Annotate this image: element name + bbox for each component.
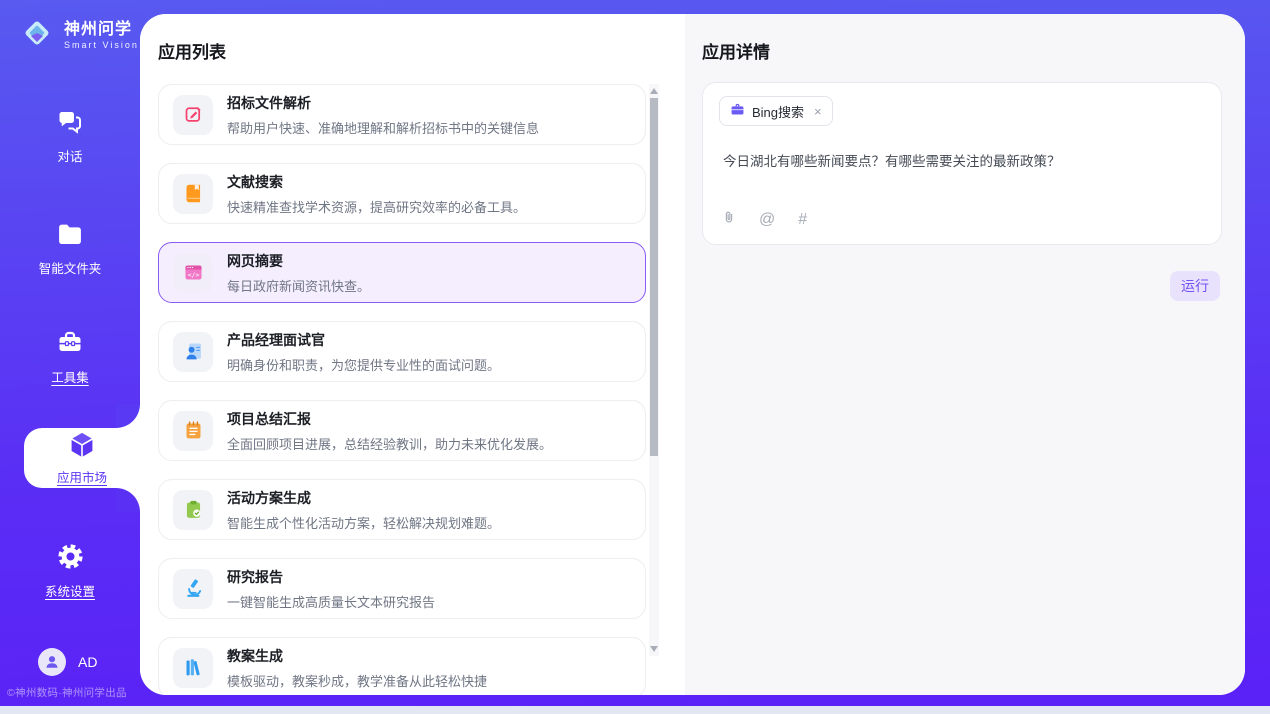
app-card-project-summary[interactable]: 项目总结汇报 全面回顾项目进展，总结经验教训，助力未来优化发展。 [158,400,646,461]
svg-text:</>: </> [187,271,199,279]
scrollbar-thumb[interactable] [650,98,658,456]
gem-logo-icon [18,14,56,57]
app-card-activity-plan[interactable]: 活动方案生成 智能生成个性化活动方案，轻松解决规划难题。 [158,479,646,540]
brand-title: 神州问学 [64,21,139,39]
mention-icon[interactable]: @ [759,211,775,229]
scroll-down-arrow-icon[interactable] [650,646,658,652]
user-avatar-icon [38,648,66,676]
scroll-up-arrow-icon[interactable] [650,88,658,94]
bottom-edge-strip [0,706,1270,714]
sidebar-item-label: 工具集 [51,367,89,386]
input-toolbar: @ # [722,209,807,231]
app-description: 快速精准查找学术资源，提高研究效率的必备工具。 [227,197,526,216]
sidebar-item-chat[interactable]: 对话 [0,108,140,165]
app-detail-panel: 应用详情 Bing搜索 × 今日湖北有哪些新闻要点？有哪些需要关注的最新政策？ [685,14,1245,695]
sidebar-item-label: 智能文件夹 [39,258,102,277]
sidebar-item-settings[interactable]: 系统设置 [0,542,140,600]
user-name: AD [78,654,97,670]
app-card-lesson-plan[interactable]: 教案生成 模板驱动，教案秒成，教学准备从此轻松快捷 [158,637,646,695]
sidebar-item-app-market[interactable]: 应用市场 [24,428,140,488]
copyright-text: ©神州数码·神州问学出品 [7,685,140,700]
microscope-icon [173,569,213,609]
sidebar-item-label: 对话 [57,146,82,165]
query-text[interactable]: 今日湖北有哪些新闻要点？有哪些需要关注的最新政策？ [723,150,1201,170]
paperclip-icon[interactable] [722,209,736,231]
gear-icon [56,542,85,574]
user-account[interactable]: AD [38,648,97,676]
app-name: 活动方案生成 [227,488,500,508]
app-description: 明确身份和职责，为您提供专业性的面试问题。 [227,355,500,374]
app-name: 产品经理面试官 [227,330,500,350]
brand-logo: 神州问学 Smart Vision [18,14,139,57]
topic-icon[interactable]: # [798,211,807,229]
sidebar-item-toolset[interactable]: 工具集 [0,329,140,386]
app-name: 研究报告 [227,567,435,587]
app-name: 教案生成 [227,646,487,666]
prompt-card: Bing搜索 × 今日湖北有哪些新闻要点？有哪些需要关注的最新政策？ @ # [702,82,1222,245]
clipboard-check-icon [173,490,213,530]
active-tab-block: 应用市场 [0,404,140,512]
tab-fillet-top [116,404,140,428]
app-name: 项目总结汇报 [227,409,552,429]
app-description: 一键智能生成高质量长文本研究报告 [227,592,435,611]
sidebar-item-smart-folder[interactable]: 智能文件夹 [0,221,140,277]
app-card-research-report[interactable]: 研究报告 一键智能生成高质量长文本研究报告 [158,558,646,619]
app-list-title: 应用列表 [158,38,226,63]
toolbox-icon [55,329,85,360]
sidebar: 神州问学 Smart Vision 对话 智能文件夹 [0,0,140,714]
app-card-literature-search[interactable]: 文献搜索 快速精准查找学术资源，提高研究效率的必备工具。 [158,163,646,224]
app-description: 全面回顾项目进展，总结经验教训，助力未来优化发展。 [227,434,552,453]
app-card-pm-interviewer[interactable]: 产品经理面试官 明确身份和职责，为您提供专业性的面试问题。 [158,321,646,382]
app-name: 招标文件解析 [227,93,539,113]
app-card-web-summary[interactable]: </> 网页摘要 每日政府新闻资讯快查。 [158,242,646,303]
tag-close-icon[interactable]: × [814,104,822,119]
web-code-icon: </> [173,253,213,293]
edit-document-icon [173,95,213,135]
main-content: 应用列表 招标文件解析 帮助用户快速、准确地理解和解析招标书中的关键信息 [140,14,1245,695]
app-description: 每日政府新闻资讯快查。 [227,276,370,295]
app-list-panel: 应用列表 招标文件解析 帮助用户快速、准确地理解和解析招标书中的关键信息 [140,14,685,695]
notepad-icon [173,411,213,451]
list-scrollbar[interactable] [649,84,659,656]
tool-tag-label: Bing搜索 [752,102,804,121]
app-description: 帮助用户快速、准确地理解和解析招标书中的关键信息 [227,118,539,137]
app-detail-title: 应用详情 [702,38,770,63]
books-icon [173,648,213,688]
app-name: 网页摘要 [227,251,370,271]
cube-icon [67,430,97,463]
interviewer-icon [173,332,213,372]
sidebar-item-label: 应用市场 [57,467,107,486]
chat-icon [55,108,85,139]
brand-subtitle: Smart Vision [64,40,139,50]
briefcase-icon [730,102,745,120]
app-card-bid-analysis[interactable]: 招标文件解析 帮助用户快速、准确地理解和解析招标书中的关键信息 [158,84,646,145]
app-description: 模板驱动，教案秒成，教学准备从此轻松快捷 [227,671,487,690]
app-name: 文献搜索 [227,172,526,192]
sidebar-item-label: 系统设置 [45,581,95,600]
app-card-list: 招标文件解析 帮助用户快速、准确地理解和解析招标书中的关键信息 文献搜索 快速精… [158,84,646,695]
app-description: 智能生成个性化活动方案，轻松解决规划难题。 [227,513,500,532]
book-icon [173,174,213,214]
run-button[interactable]: 运行 [1170,271,1220,301]
tab-fillet-bottom [116,488,140,512]
folder-icon [55,221,85,251]
tool-tag-bing-search[interactable]: Bing搜索 × [719,96,833,126]
